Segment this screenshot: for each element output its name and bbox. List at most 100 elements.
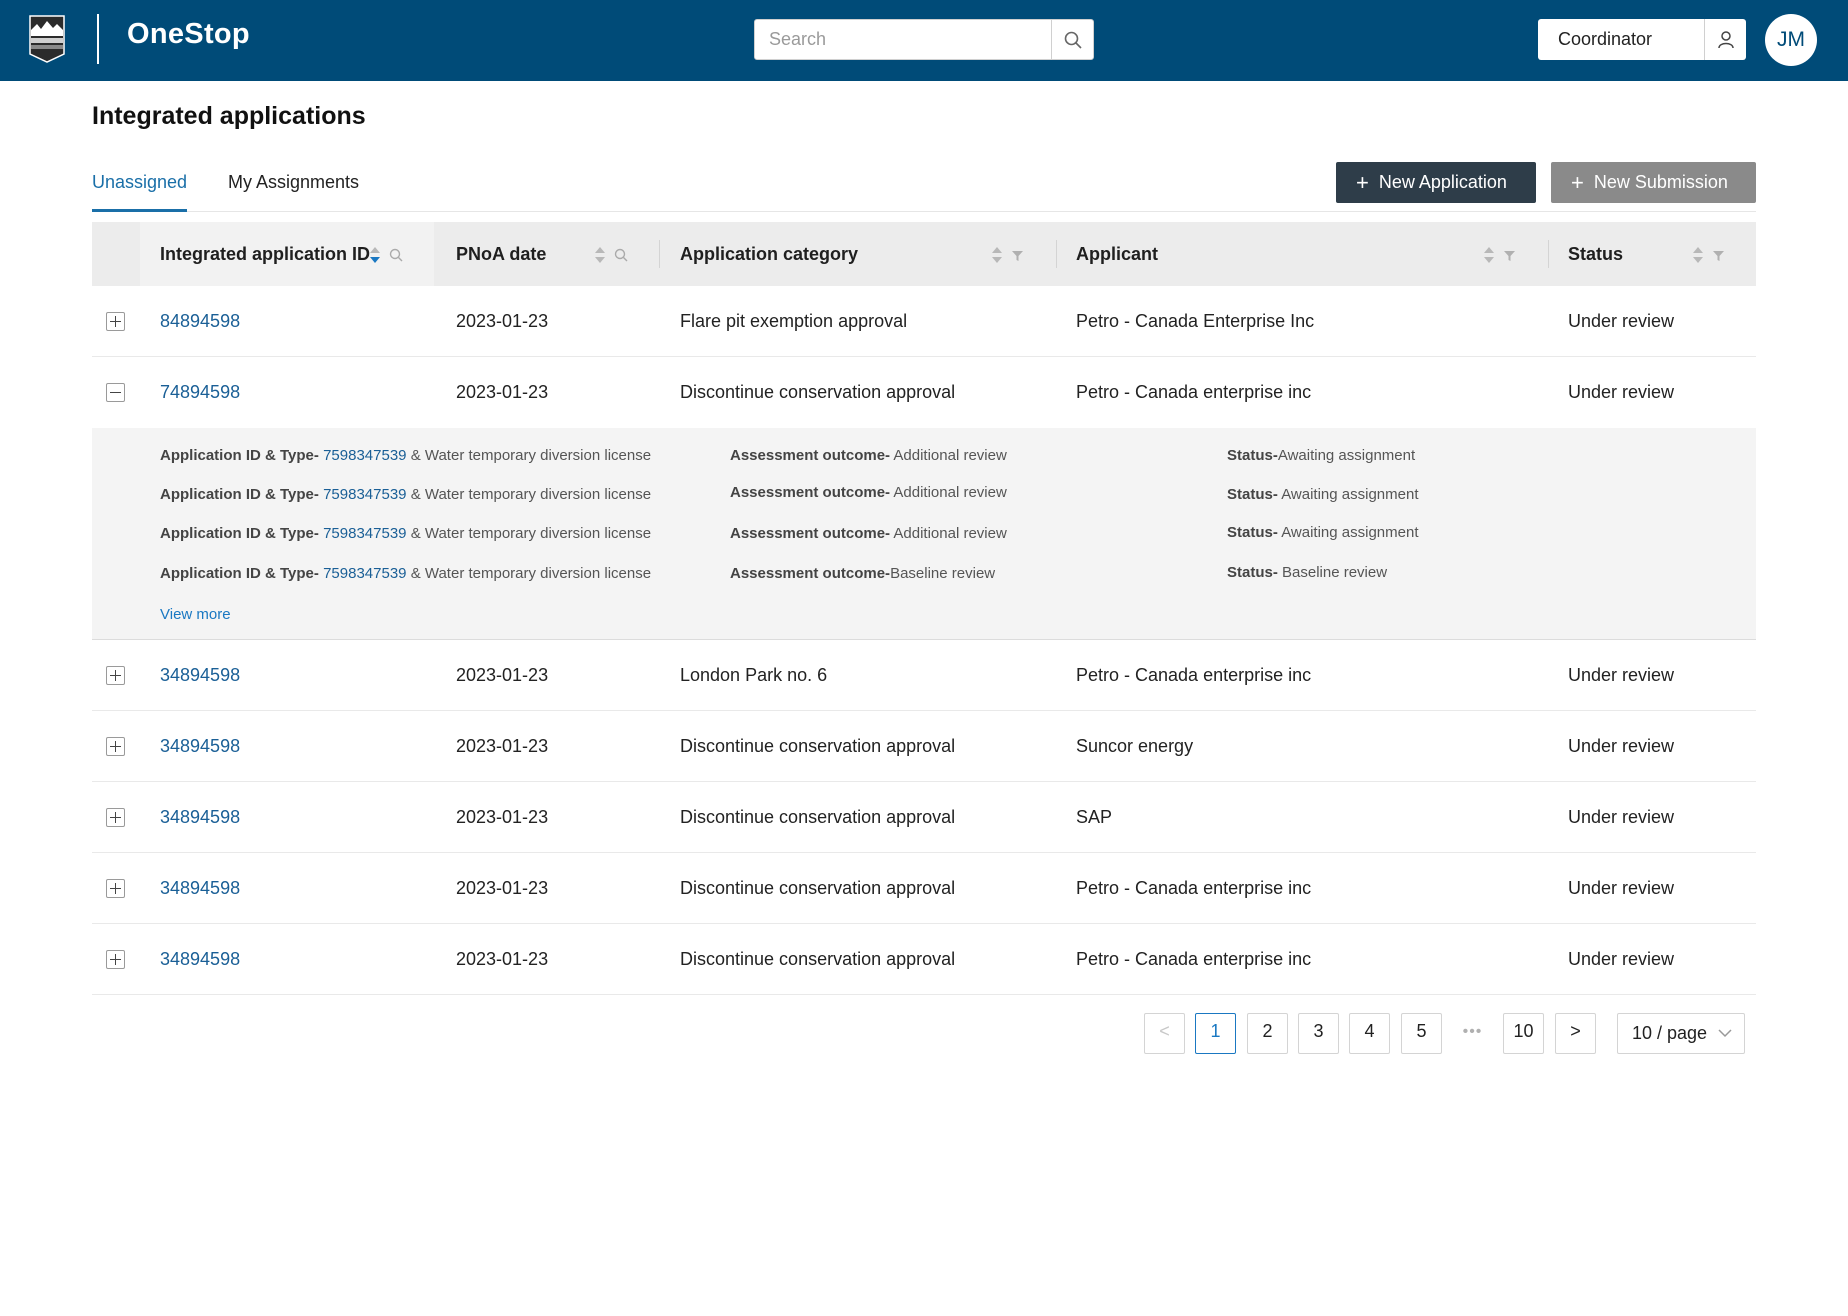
table-header: Integrated application ID PNoA date Appl… — [92, 222, 1756, 286]
application-id-link[interactable]: 84894598 — [160, 286, 240, 356]
application-id-link[interactable]: 34894598 — [160, 711, 240, 781]
detail-outcome: Additional review — [893, 484, 1007, 501]
detail-label: Status- — [1227, 524, 1278, 541]
detail-outcome: Additional review — [893, 525, 1007, 542]
expanded-row-details: Application ID & Type- 7598347539 & Wate… — [92, 428, 1756, 640]
application-id-link[interactable]: 74894598 — [160, 357, 240, 427]
global-search — [754, 19, 1094, 60]
column-category-controls — [991, 246, 1024, 264]
pnoa-date: 2023-01-23 — [456, 948, 549, 969]
tab-my-assignments[interactable]: My Assignments — [228, 172, 359, 212]
user-avatar[interactable]: JM — [1765, 14, 1817, 66]
expand-row-icon[interactable] — [106, 312, 125, 331]
detail-type: & Water temporary diversion license — [410, 525, 652, 542]
sort-icon[interactable] — [1483, 246, 1495, 264]
application-id-link[interactable]: 34894598 — [160, 853, 240, 923]
expand-row-icon[interactable] — [106, 950, 125, 969]
column-header-applicant[interactable]: Applicant — [1056, 222, 1548, 286]
column-search-icon[interactable] — [389, 248, 403, 262]
column-label: Application category — [680, 243, 859, 264]
page-button-2[interactable]: 2 — [1247, 1013, 1288, 1054]
role-selector[interactable]: Coordinator — [1538, 19, 1746, 60]
column-date-controls — [594, 246, 628, 264]
logo-o-mark: O — [127, 18, 150, 50]
detail-application-type: Application ID & Type- 7598347539 & Wate… — [160, 486, 651, 503]
sort-icon[interactable] — [1692, 246, 1704, 264]
detail-status: Status-Awaiting assignment — [1227, 447, 1415, 464]
sub-application-id-link[interactable]: 7598347539 — [323, 565, 406, 582]
onestop-logo[interactable]: OneStop — [127, 18, 250, 51]
detail-status: Status- Awaiting assignment — [1227, 524, 1419, 541]
table-row: 34894598 2023-01-23 Discontinue conserva… — [92, 853, 1756, 924]
pagination-ellipsis[interactable]: ••• — [1452, 1013, 1493, 1054]
page-button-10[interactable]: 10 — [1503, 1013, 1544, 1054]
detail-label: Application ID & Type- — [160, 565, 319, 582]
application-id-link[interactable]: 34894598 — [160, 782, 240, 852]
new-application-button[interactable]: + New Application — [1336, 162, 1536, 203]
search-button[interactable] — [1051, 20, 1093, 59]
detail-label: Application ID & Type- — [160, 447, 319, 464]
expand-row-icon[interactable] — [106, 808, 125, 827]
search-icon — [1064, 31, 1082, 49]
column-id-controls — [369, 246, 403, 264]
page-button-5[interactable]: 5 — [1401, 1013, 1442, 1054]
sub-application-id-link[interactable]: 7598347539 — [323, 447, 406, 464]
detail-status-value: Awaiting assignment — [1281, 524, 1419, 541]
expand-row-icon[interactable] — [106, 879, 125, 898]
next-page-button[interactable]: > — [1555, 1013, 1596, 1054]
search-input[interactable] — [755, 20, 1051, 59]
detail-assessment-outcome: Assessment outcome- Additional review — [730, 484, 1007, 501]
sort-icon[interactable] — [369, 246, 381, 264]
expand-row-icon[interactable] — [106, 737, 125, 756]
applicant: Suncor energy — [1076, 735, 1194, 756]
detail-application-type: Application ID & Type- 7598347539 & Wate… — [160, 447, 651, 464]
column-label: Status — [1568, 243, 1624, 264]
application-category: Discontinue conservation approval — [680, 948, 956, 969]
new-submission-button[interactable]: + New Submission — [1551, 162, 1756, 203]
filter-icon[interactable] — [1011, 249, 1024, 262]
applicant: Petro - Canada enterprise inc — [1076, 948, 1312, 969]
column-applicant-controls — [1483, 246, 1516, 264]
page-button-4[interactable]: 4 — [1349, 1013, 1390, 1054]
plus-icon: + — [1356, 169, 1369, 195]
page-button-3[interactable]: 3 — [1298, 1013, 1339, 1054]
filter-icon[interactable] — [1503, 249, 1516, 262]
pnoa-date: 2023-01-23 — [456, 877, 549, 898]
sub-application-id-link[interactable]: 7598347539 — [323, 525, 406, 542]
detail-label: Assessment outcome- — [730, 525, 891, 542]
expand-row-icon[interactable] — [106, 666, 125, 685]
tab-unassigned[interactable]: Unassigned — [92, 172, 188, 212]
column-search-icon[interactable] — [614, 248, 628, 262]
detail-status-value: Baseline review — [1282, 564, 1388, 581]
sub-application-id-link[interactable]: 7598347539 — [323, 486, 406, 503]
sort-icon[interactable] — [594, 246, 606, 264]
previous-page-button[interactable]: < — [1144, 1013, 1185, 1054]
pnoa-date: 2023-01-23 — [456, 664, 549, 685]
detail-status-value: Awaiting assignment — [1277, 447, 1416, 464]
application-category: Discontinue conservation approval — [680, 877, 956, 898]
application-id-link[interactable]: 34894598 — [160, 924, 240, 994]
logo-wordmark: neStop — [149, 18, 250, 50]
application-category: Discontinue conservation approval — [680, 735, 956, 756]
table-row: 34894598 2023-01-23 Discontinue conserva… — [92, 782, 1756, 853]
collapse-row-icon[interactable] — [106, 383, 125, 402]
detail-label: Assessment outcome- — [730, 484, 891, 501]
applications-table: Integrated application ID PNoA date Appl… — [92, 222, 1756, 995]
status: Under review — [1568, 381, 1675, 402]
page-button-1[interactable]: 1 — [1195, 1013, 1236, 1054]
status: Under review — [1568, 877, 1675, 898]
applicant: SAP — [1076, 806, 1113, 827]
pnoa-date: 2023-01-23 — [456, 381, 549, 402]
applicant: Petro - Canada enterprise inc — [1076, 381, 1312, 402]
sort-icon[interactable] — [991, 246, 1003, 264]
detail-label: Application ID & Type- — [160, 486, 319, 503]
detail-status-value: Awaiting assignment — [1281, 486, 1419, 503]
pnoa-date: 2023-01-23 — [456, 310, 549, 331]
application-id-link[interactable]: 34894598 — [160, 640, 240, 710]
view-more-link[interactable]: View more — [160, 606, 231, 623]
detail-type: & Water temporary diversion license — [410, 565, 652, 582]
column-label: Applicant — [1076, 243, 1159, 264]
filter-icon[interactable] — [1712, 249, 1725, 262]
user-icon[interactable] — [1704, 19, 1746, 60]
page-size-select[interactable]: 10 / page — [1617, 1013, 1745, 1054]
